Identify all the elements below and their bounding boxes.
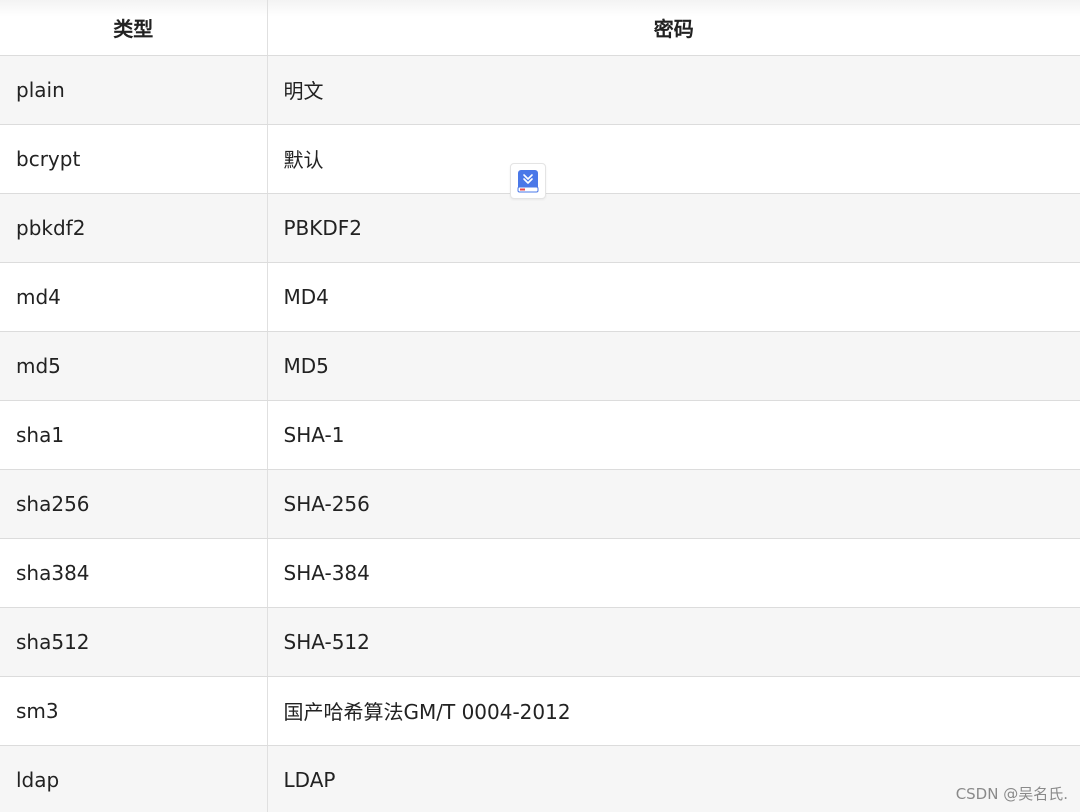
cell-password: SHA-256 <box>267 469 1080 539</box>
cell-password: SHA-384 <box>267 538 1080 608</box>
download-book-icon-graphic <box>517 170 539 193</box>
header-password: 密码 <box>267 0 1080 56</box>
cell-password: SHA-1 <box>267 400 1080 470</box>
table-row: sha512 SHA-512 <box>0 607 1080 677</box>
cell-type: sha384 <box>0 538 268 608</box>
cell-type: sha1 <box>0 400 268 470</box>
table-header: 类型 密码 <box>0 0 1080 56</box>
table-row: sm3 国产哈希算法GM/T 0004-2012 <box>0 676 1080 746</box>
page: 类型 密码 plain 明文 bcrypt 默认 pbkdf2 PBKDF2 m… <box>0 0 1080 812</box>
cell-type: sha512 <box>0 607 268 677</box>
table-row: sha384 SHA-384 <box>0 538 1080 608</box>
header-row: 类型 密码 <box>0 0 1080 56</box>
table-row: plain 明文 <box>0 55 1080 125</box>
cell-password: MD4 <box>267 262 1080 332</box>
password-type-table: 类型 密码 plain 明文 bcrypt 默认 pbkdf2 PBKDF2 m… <box>0 0 1080 812</box>
cell-type: ldap <box>0 745 268 812</box>
table-row: md5 MD5 <box>0 331 1080 401</box>
cell-type: bcrypt <box>0 124 268 194</box>
cell-type: md5 <box>0 331 268 401</box>
download-book-icon[interactable] <box>510 163 546 199</box>
table-row: sha256 SHA-256 <box>0 469 1080 539</box>
table-row: sha1 SHA-1 <box>0 400 1080 470</box>
header-type: 类型 <box>0 0 268 56</box>
cell-type: sha256 <box>0 469 268 539</box>
table-row: pbkdf2 PBKDF2 <box>0 193 1080 263</box>
cell-type: sm3 <box>0 676 268 746</box>
cell-password: 默认 <box>267 124 1080 194</box>
cell-type: plain <box>0 55 268 125</box>
watermark: CSDN @吴名氏. <box>955 785 1068 803</box>
cell-password: 明文 <box>267 55 1080 125</box>
cell-type: pbkdf2 <box>0 193 268 263</box>
cell-password: PBKDF2 <box>267 193 1080 263</box>
cell-password: MD5 <box>267 331 1080 401</box>
cell-type: md4 <box>0 262 268 332</box>
table-row: md4 MD4 <box>0 262 1080 332</box>
cell-password: SHA-512 <box>267 607 1080 677</box>
table-row: ldap LDAP <box>0 745 1080 812</box>
cell-password: 国产哈希算法GM/T 0004-2012 <box>267 676 1080 746</box>
